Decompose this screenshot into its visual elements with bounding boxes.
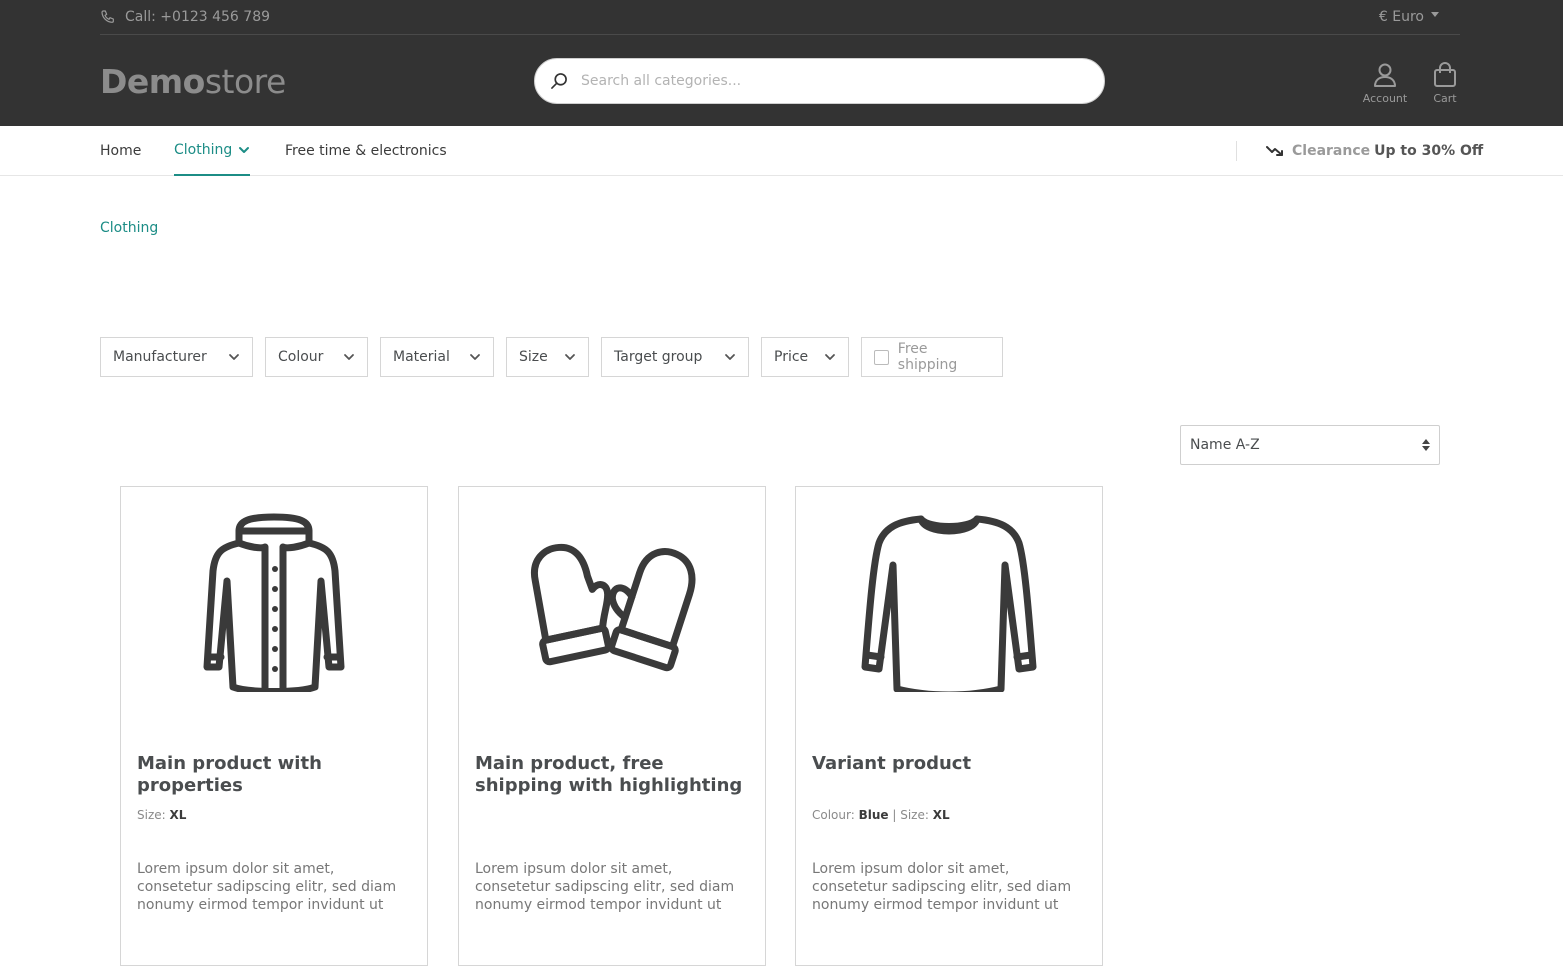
sort-selected-value: Name A-Z [1190,437,1260,453]
filter-label: Target group [614,349,703,365]
product-title[interactable]: Variant product [812,753,1088,775]
phone-icon [101,10,114,23]
product-image[interactable] [459,507,765,697]
filter-material[interactable]: Material [380,337,494,377]
property-label: Colour: [812,808,855,822]
chevron-down-icon [239,147,250,153]
logo-bold: Demo [100,62,205,101]
product-description: Lorem ipsum dolor sit amet, consetetur s… [475,861,735,913]
account-label: Account [1362,92,1408,105]
chevron-down-icon [825,354,835,360]
currency-dropdown[interactable]: € Euro [1379,7,1439,27]
cart-button[interactable]: Cart [1425,62,1465,105]
logo[interactable]: Demo store [100,62,286,101]
product-card[interactable]: Variant product Colour: Blue | Size: XL … [795,486,1103,966]
nav-item-home[interactable]: Home [100,126,141,176]
account-button[interactable]: Account [1355,62,1415,105]
product-properties: Size: XL [137,808,186,822]
promo-title: Clearance [1292,143,1371,159]
product-description: Lorem ipsum dolor sit amet, consetetur s… [812,861,1072,913]
product-title[interactable]: Main product with properties [137,753,413,797]
select-arrows-icon [1422,439,1430,451]
mittens-icon [530,543,696,672]
chevron-down-icon [344,354,354,360]
nav-item-clothing[interactable]: Clothing [174,126,251,176]
trending-down-icon [1266,146,1283,156]
cart-label: Cart [1433,92,1457,105]
promo-text: Up to 30% Off [1374,143,1484,159]
filter-colour[interactable]: Colour [265,337,368,377]
product-image[interactable] [121,507,427,697]
currency-label: € Euro [1378,9,1424,25]
chevron-down-icon [725,354,735,360]
product-title[interactable]: Main product, free shipping with highlig… [475,753,751,797]
property-value: XL [169,808,187,822]
caret-down-icon [1431,12,1439,17]
search-icon[interactable] [549,71,569,91]
phone-label: Call: +0123 456 789 [125,9,271,25]
property-separator: | [888,808,901,822]
product-properties: Colour: Blue | Size: XL [812,808,950,822]
property-value: Blue [858,808,889,822]
breadcrumb-item[interactable]: Clothing [100,220,158,236]
logo-light: store [204,62,286,101]
nav-divider [1236,141,1237,161]
filter-label: Price [774,349,809,365]
main-navigation: Home Clothing Free time & electronics Cl… [0,126,1563,176]
nav-item-label: Home [100,143,142,159]
chevron-down-icon [565,354,575,360]
filter-label: Colour [278,349,324,365]
filter-label: Manufacturer [113,349,207,365]
sort-select[interactable]: Name A-Z [1180,425,1440,465]
filter-target-group[interactable]: Target group [601,337,749,377]
product-description: Lorem ipsum dolor sit amet, consetetur s… [137,861,397,913]
filter-label: Size [519,349,548,365]
header: Call: +0123 456 789 € Euro Demo store Ac… [0,0,1563,126]
free-shipping-checkbox[interactable] [874,349,889,365]
cart-icon [1434,62,1456,87]
filter-manufacturer[interactable]: Manufacturer [100,337,253,377]
chevron-down-icon [470,354,480,360]
product-card[interactable]: Main product with properties Size: XL Lo… [120,486,428,966]
jacket-icon [203,513,345,692]
filter-free-shipping[interactable]: Free shipping [861,337,1003,377]
filter-label: Free shipping [897,341,958,373]
top-bar: Call: +0123 456 789 € Euro [100,0,1460,35]
phone-info[interactable]: Call: +0123 456 789 [100,7,270,27]
filter-label: Material [393,349,450,365]
breadcrumb[interactable]: Clothing [100,220,158,236]
nav-item-free-time-electronics[interactable]: Free time & electronics [285,126,447,176]
filter-size[interactable]: Size [506,337,589,377]
nav-item-label: Free time & electronics [285,143,447,159]
account-icon [1374,63,1396,87]
filter-price[interactable]: Price [761,337,849,377]
property-value: XL [932,808,950,822]
nav-item-label: Clothing [174,142,233,158]
search-input[interactable] [581,73,1061,89]
product-card[interactable]: Main product, free shipping with highlig… [458,486,766,966]
sweater-icon [861,515,1037,692]
property-label: Size: [137,808,166,822]
property-label: Size: [900,808,929,822]
search-bar [534,58,1105,104]
clearance-promo[interactable]: Clearance Up to 30% Off [1266,126,1483,176]
product-image[interactable] [796,507,1102,697]
chevron-down-icon [229,354,239,360]
